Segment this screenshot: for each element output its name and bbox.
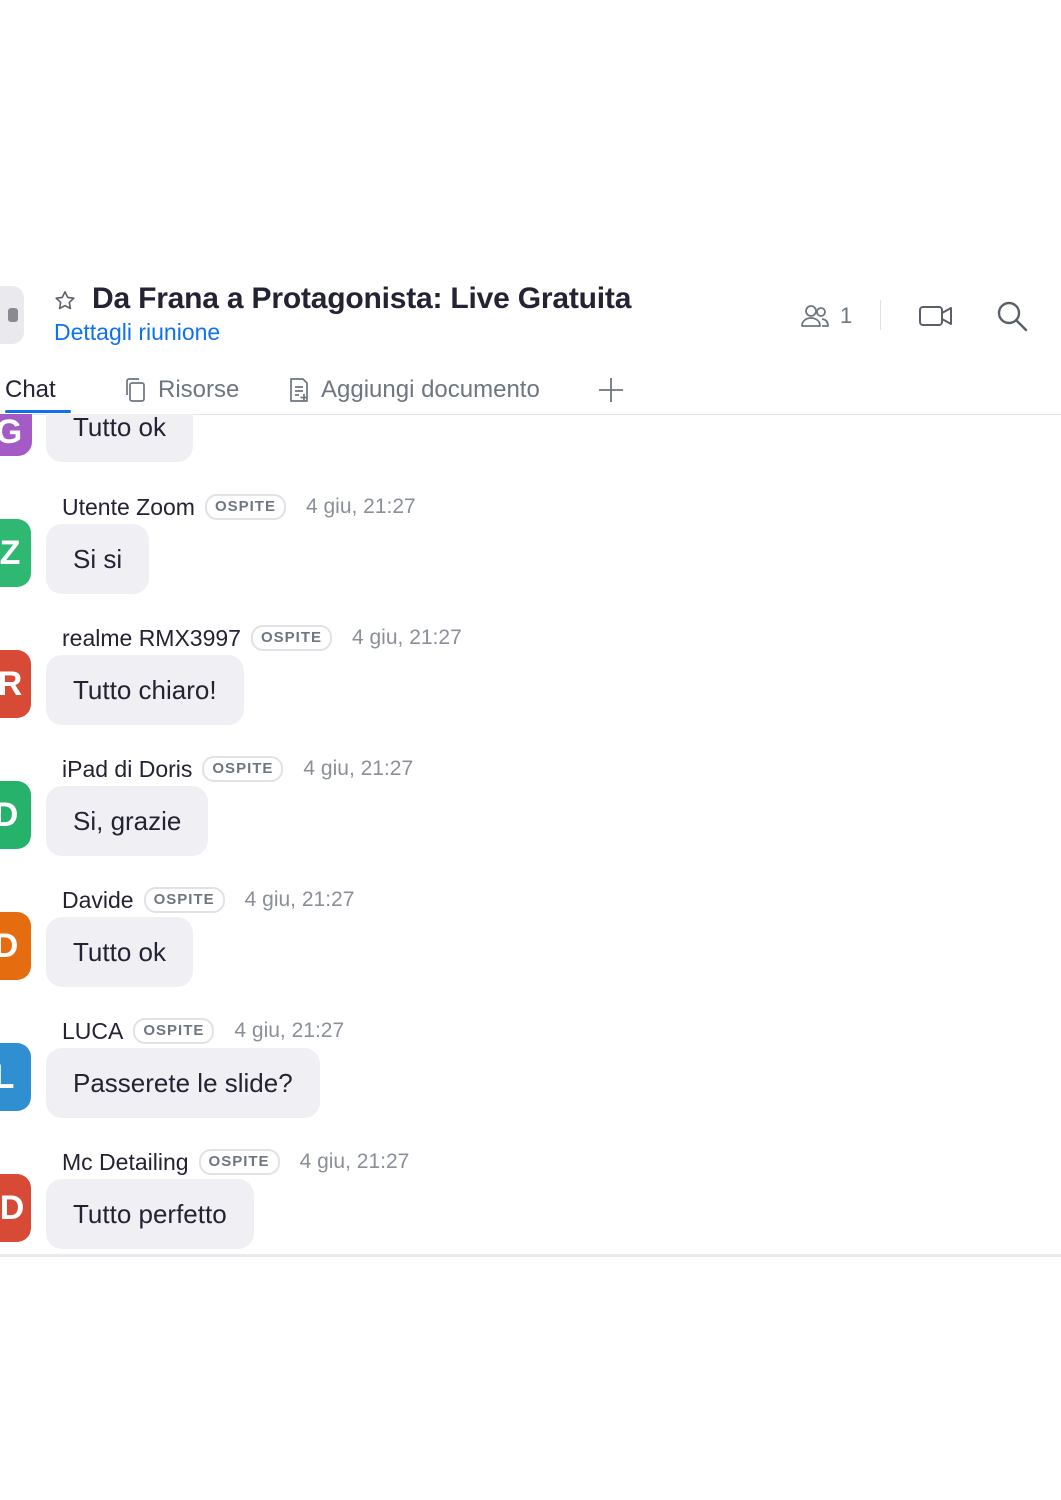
meeting-avatar bbox=[0, 286, 24, 344]
avatar[interactable]: L bbox=[0, 1043, 31, 1111]
message-bubble[interactable]: Si si bbox=[46, 524, 150, 594]
message-bubble[interactable]: Tutto ok bbox=[46, 917, 193, 987]
avatar[interactable]: D bbox=[0, 912, 31, 980]
guest-badge: OSPITE bbox=[133, 1018, 215, 1044]
avatar[interactable]: R bbox=[0, 650, 31, 718]
tab-chat[interactable]: Chat bbox=[5, 368, 71, 413]
message-text: Tutto chiaro! bbox=[73, 674, 217, 705]
message-bubble[interactable]: Si, grazie bbox=[46, 786, 209, 856]
avatar-initial: R bbox=[0, 664, 23, 703]
avatar[interactable]: G bbox=[0, 414, 32, 456]
message-bubble[interactable]: Tutto ok bbox=[46, 414, 193, 462]
star-icon[interactable] bbox=[53, 289, 77, 313]
message-bubble[interactable]: Passerete le slide? bbox=[46, 1048, 320, 1118]
guest-badge: OSPITE bbox=[198, 1149, 280, 1175]
tab-add-document[interactable]: Aggiungi documento bbox=[285, 368, 540, 412]
add-document-icon bbox=[290, 378, 308, 402]
sender-name[interactable]: Mc Detailing bbox=[62, 1149, 189, 1176]
avatar-initial: D bbox=[0, 1188, 25, 1227]
sender-name[interactable]: realme RMX3997 bbox=[62, 625, 241, 652]
message-bubble[interactable]: Tutto perfetto bbox=[46, 1179, 254, 1249]
message-time: 4 giu, 21:27 bbox=[299, 1150, 410, 1173]
files-icon bbox=[126, 378, 145, 402]
meeting-details-link[interactable]: Dettagli riunione bbox=[54, 319, 220, 346]
meeting-title: Da Frana a Protagonista: Live Gratuita bbox=[92, 282, 632, 315]
tab-risorse[interactable]: Risorse bbox=[122, 368, 239, 412]
message-header: iPad di Doris OSPITE 4 giu, 21:27 bbox=[62, 754, 413, 784]
message-text: Passerete le slide? bbox=[73, 1067, 293, 1098]
message-header: Davide OSPITE 4 giu, 21:27 bbox=[62, 885, 354, 915]
avatar-initial: D bbox=[0, 926, 19, 965]
message-time: 4 giu, 21:27 bbox=[351, 626, 462, 649]
message-text: Tutto perfetto bbox=[73, 1198, 227, 1229]
tab-chat-label: Chat bbox=[5, 376, 56, 403]
chat-window: Da Frana a Protagonista: Live Gratuita D… bbox=[0, 0, 1061, 1500]
sender-name[interactable]: Davide bbox=[62, 887, 134, 914]
video-camera-icon[interactable] bbox=[918, 300, 954, 332]
message-bubble[interactable]: Tutto chiaro! bbox=[46, 655, 244, 725]
guest-badge: OSPITE bbox=[143, 887, 225, 913]
message-text: Tutto ok bbox=[73, 936, 166, 967]
sender-name[interactable]: Utente Zoom bbox=[62, 494, 195, 521]
avatar-initial: G bbox=[0, 414, 23, 451]
composer-divider bbox=[0, 1254, 1061, 1257]
add-tab-button[interactable] bbox=[598, 368, 624, 412]
people-icon bbox=[801, 305, 829, 327]
tab-add-document-label: Aggiungi documento bbox=[321, 376, 540, 403]
participants-count: 1 bbox=[840, 303, 853, 328]
message-header: realme RMX3997 OSPITE 4 giu, 21:27 bbox=[62, 623, 462, 653]
message-header: LUCA OSPITE 4 giu, 21:27 bbox=[62, 1016, 344, 1046]
guest-badge: OSPITE bbox=[250, 625, 332, 651]
message-list[interactable]: G Tutto ok Utente Zoom OSPITE 4 giu, 21:… bbox=[0, 414, 1061, 1256]
plus-icon bbox=[599, 378, 623, 402]
message-text: Si, grazie bbox=[73, 805, 182, 836]
message-time: 4 giu, 21:27 bbox=[303, 757, 414, 780]
guest-badge: OSPITE bbox=[204, 494, 286, 520]
message-text: Si si bbox=[73, 543, 123, 574]
avatar-initial: D bbox=[0, 795, 19, 834]
sender-name[interactable]: iPad di Doris bbox=[62, 756, 192, 783]
message-time: 4 giu, 21:27 bbox=[244, 888, 355, 911]
avatar[interactable]: Z bbox=[0, 519, 31, 587]
tab-bar: Chat Risorse Aggiungi documento bbox=[0, 368, 1061, 415]
message-time: 4 giu, 21:27 bbox=[234, 1019, 345, 1042]
guest-badge: OSPITE bbox=[202, 756, 284, 782]
header-divider bbox=[880, 300, 881, 330]
message-time: 4 giu, 21:27 bbox=[305, 495, 416, 518]
sender-name[interactable]: LUCA bbox=[62, 1018, 123, 1045]
avatar-initial: L bbox=[0, 1057, 15, 1096]
avatar-initial: Z bbox=[0, 533, 21, 572]
message-header: Mc Detailing OSPITE 4 giu, 21:27 bbox=[62, 1147, 409, 1177]
participants-button[interactable]: 1 bbox=[800, 300, 852, 332]
search-icon[interactable] bbox=[996, 300, 1028, 332]
tab-risorse-label: Risorse bbox=[158, 376, 240, 403]
active-tab-indicator bbox=[5, 410, 71, 413]
message-text: Tutto ok bbox=[73, 414, 166, 442]
avatar[interactable]: D bbox=[0, 1174, 31, 1242]
message-header: Utente Zoom OSPITE 4 giu, 21:27 bbox=[62, 492, 416, 522]
avatar[interactable]: D bbox=[0, 781, 31, 849]
